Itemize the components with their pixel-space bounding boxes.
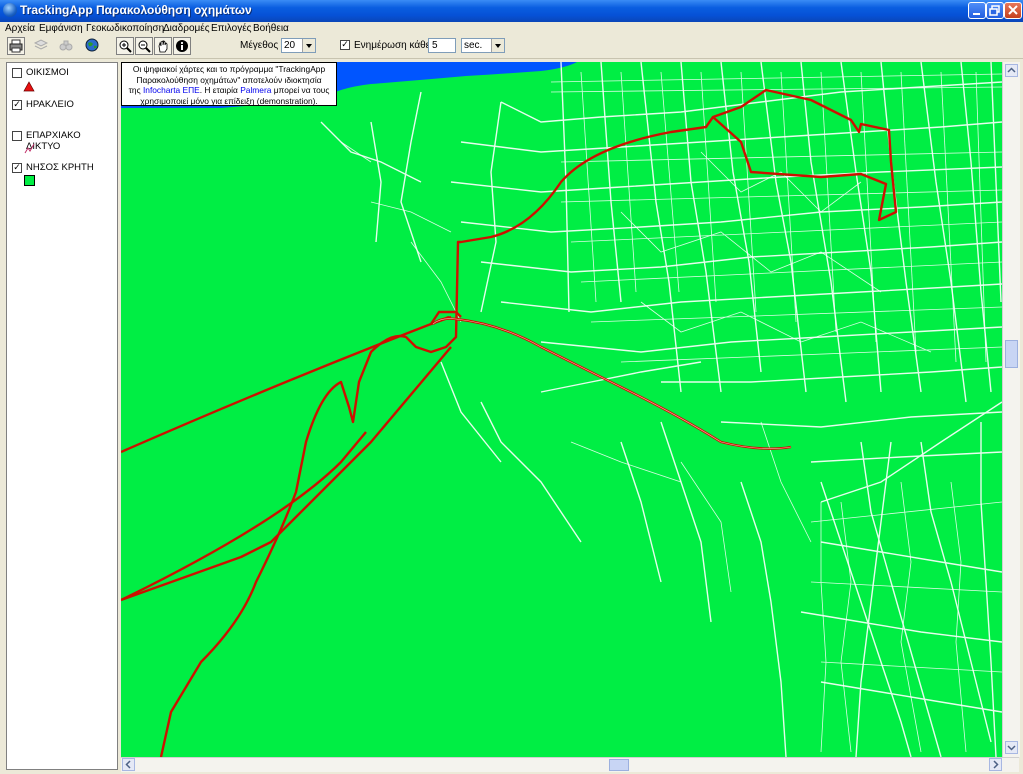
land-area: [121, 62, 1002, 757]
size-label: Μέγεθος: [240, 40, 279, 51]
printer-icon: [9, 39, 23, 53]
menu-options[interactable]: Επιλογές: [211, 23, 251, 34]
update-checkbox[interactable]: ✓: [340, 40, 350, 50]
menu-help[interactable]: Βοήθεια: [253, 23, 289, 34]
zoom-in-button[interactable]: [116, 37, 134, 55]
road-line-icon: [24, 143, 35, 154]
print-button[interactable]: [7, 37, 25, 55]
menu-files[interactable]: Αρχεία: [5, 23, 35, 34]
maximize-button[interactable]: [986, 2, 1004, 19]
unit-select[interactable]: sec.: [461, 38, 505, 53]
scroll-right-button[interactable]: [989, 758, 1002, 771]
layer-label-settlements: ΟΙΚΙΣΜΟΙ: [26, 67, 69, 78]
menu-view[interactable]: Εμφάνιση: [39, 23, 83, 34]
title-bar: TrackingApp Παρακολούθηση οχημάτων: [0, 0, 1023, 22]
size-select[interactable]: 20: [281, 38, 316, 53]
layers-icon: [34, 39, 48, 50]
horizontal-scroll-thumb[interactable]: [609, 759, 629, 771]
find-button[interactable]: [58, 37, 76, 55]
scroll-down-button[interactable]: [1005, 741, 1018, 754]
layer-checkbox-crete[interactable]: ✓: [12, 163, 22, 173]
vertical-scrollbar[interactable]: [1002, 62, 1020, 757]
info-button[interactable]: [173, 37, 191, 55]
infocharta-link[interactable]: Infocharta ΕΠΕ: [143, 85, 200, 95]
vertical-scroll-thumb[interactable]: [1005, 340, 1018, 368]
pan-button[interactable]: [154, 37, 172, 55]
layer-panel: ΟΙΚΙΣΜΟΙ ✓ ΗΡΑΚΛΕΙΟ ΕΠΑΡΧΙΑΚΟ ΔΙΚΤΥΟ ✓ Ν…: [6, 62, 118, 770]
notice-line-4: χρησιμοποιεί μόνο για επίδειξη (demonstr…: [140, 95, 318, 106]
notice-line-3: της Infocharta ΕΠΕ. Η εταιρία Palmera μπ…: [124, 85, 334, 96]
update-label: Ενημέρωση κάθε: [354, 40, 431, 51]
layer-label-regional-network: ΕΠΑΡΧΙΑΚΟ ΔΙΚΤΥΟ: [26, 130, 81, 152]
copyright-notice: Οι ψηφιακοί χάρτες και το πρόγραμμα "Tra…: [121, 62, 337, 106]
chevron-left-icon: [125, 760, 131, 769]
hand-icon: [158, 40, 168, 53]
zoom-out-icon: [138, 40, 151, 53]
zoom-in-icon: [119, 40, 132, 53]
size-value: 20: [284, 40, 296, 51]
horizontal-scrollbar[interactable]: [121, 757, 1019, 772]
notice-line-3-mid: . Η εταιρία: [199, 85, 241, 95]
scroll-up-button[interactable]: [1005, 64, 1018, 77]
notice-line-3-post: μπορεί να τους: [271, 85, 330, 95]
layer-checkbox-heraklion[interactable]: ✓: [12, 100, 22, 110]
layer-label-heraklion: ΗΡΑΚΛΕΙΟ: [26, 99, 74, 110]
binoculars-icon: [59, 40, 73, 51]
map-view[interactable]: [121, 62, 1002, 757]
globe-icon: [85, 38, 99, 52]
menu-routes[interactable]: Διαδρομές: [163, 23, 210, 34]
layer-checkbox-regional-network[interactable]: [12, 131, 22, 141]
window-title: TrackingApp Παρακολούθηση οχημάτων: [20, 3, 252, 17]
menu-geocoding[interactable]: Γεοκωδικοποίηση: [86, 23, 164, 34]
scroll-left-button[interactable]: [122, 758, 135, 771]
toolbar: Μέγεθος 20 ✓ Ενημέρωση κάθε 5 sec.: [0, 36, 1023, 59]
chevron-down-icon: [1007, 745, 1016, 751]
layer-label-crete: ΝΗΣΟΣ ΚΡΗΤΗ: [26, 162, 94, 173]
layer-checkbox-settlements[interactable]: [12, 68, 22, 78]
notice-line-1: Οι ψηφιακοί χάρτες και το πρόγραμμα "Tra…: [132, 64, 326, 74]
minimize-button[interactable]: [968, 2, 986, 19]
update-interval-input[interactable]: 5: [428, 38, 456, 53]
menu-bar: Αρχεία Εμφάνιση Γεοκωδικοποίηση Διαδρομέ…: [0, 22, 1023, 36]
palmera-link[interactable]: Palmera: [240, 85, 271, 95]
app-globe-icon: [3, 3, 17, 17]
chevron-down-icon: [491, 39, 504, 52]
zoom-out-button[interactable]: [135, 37, 153, 55]
layers-button[interactable]: [33, 37, 51, 55]
red-triangle-icon: [23, 81, 35, 92]
info-icon: [176, 40, 188, 52]
chevron-right-icon: [993, 760, 999, 769]
chevron-down-icon: [302, 39, 315, 52]
chevron-up-icon: [1007, 67, 1016, 73]
map-canvas[interactable]: [121, 62, 1002, 757]
notice-line-2: Παρακολούθηση οχημάτων" αποτελούν ιδιοκτ…: [136, 74, 322, 85]
notice-line-3-pre: της: [128, 85, 143, 95]
close-button[interactable]: [1004, 2, 1022, 19]
green-square-icon: [24, 175, 35, 186]
world-button[interactable]: [84, 37, 102, 55]
unit-value: sec.: [464, 40, 483, 51]
